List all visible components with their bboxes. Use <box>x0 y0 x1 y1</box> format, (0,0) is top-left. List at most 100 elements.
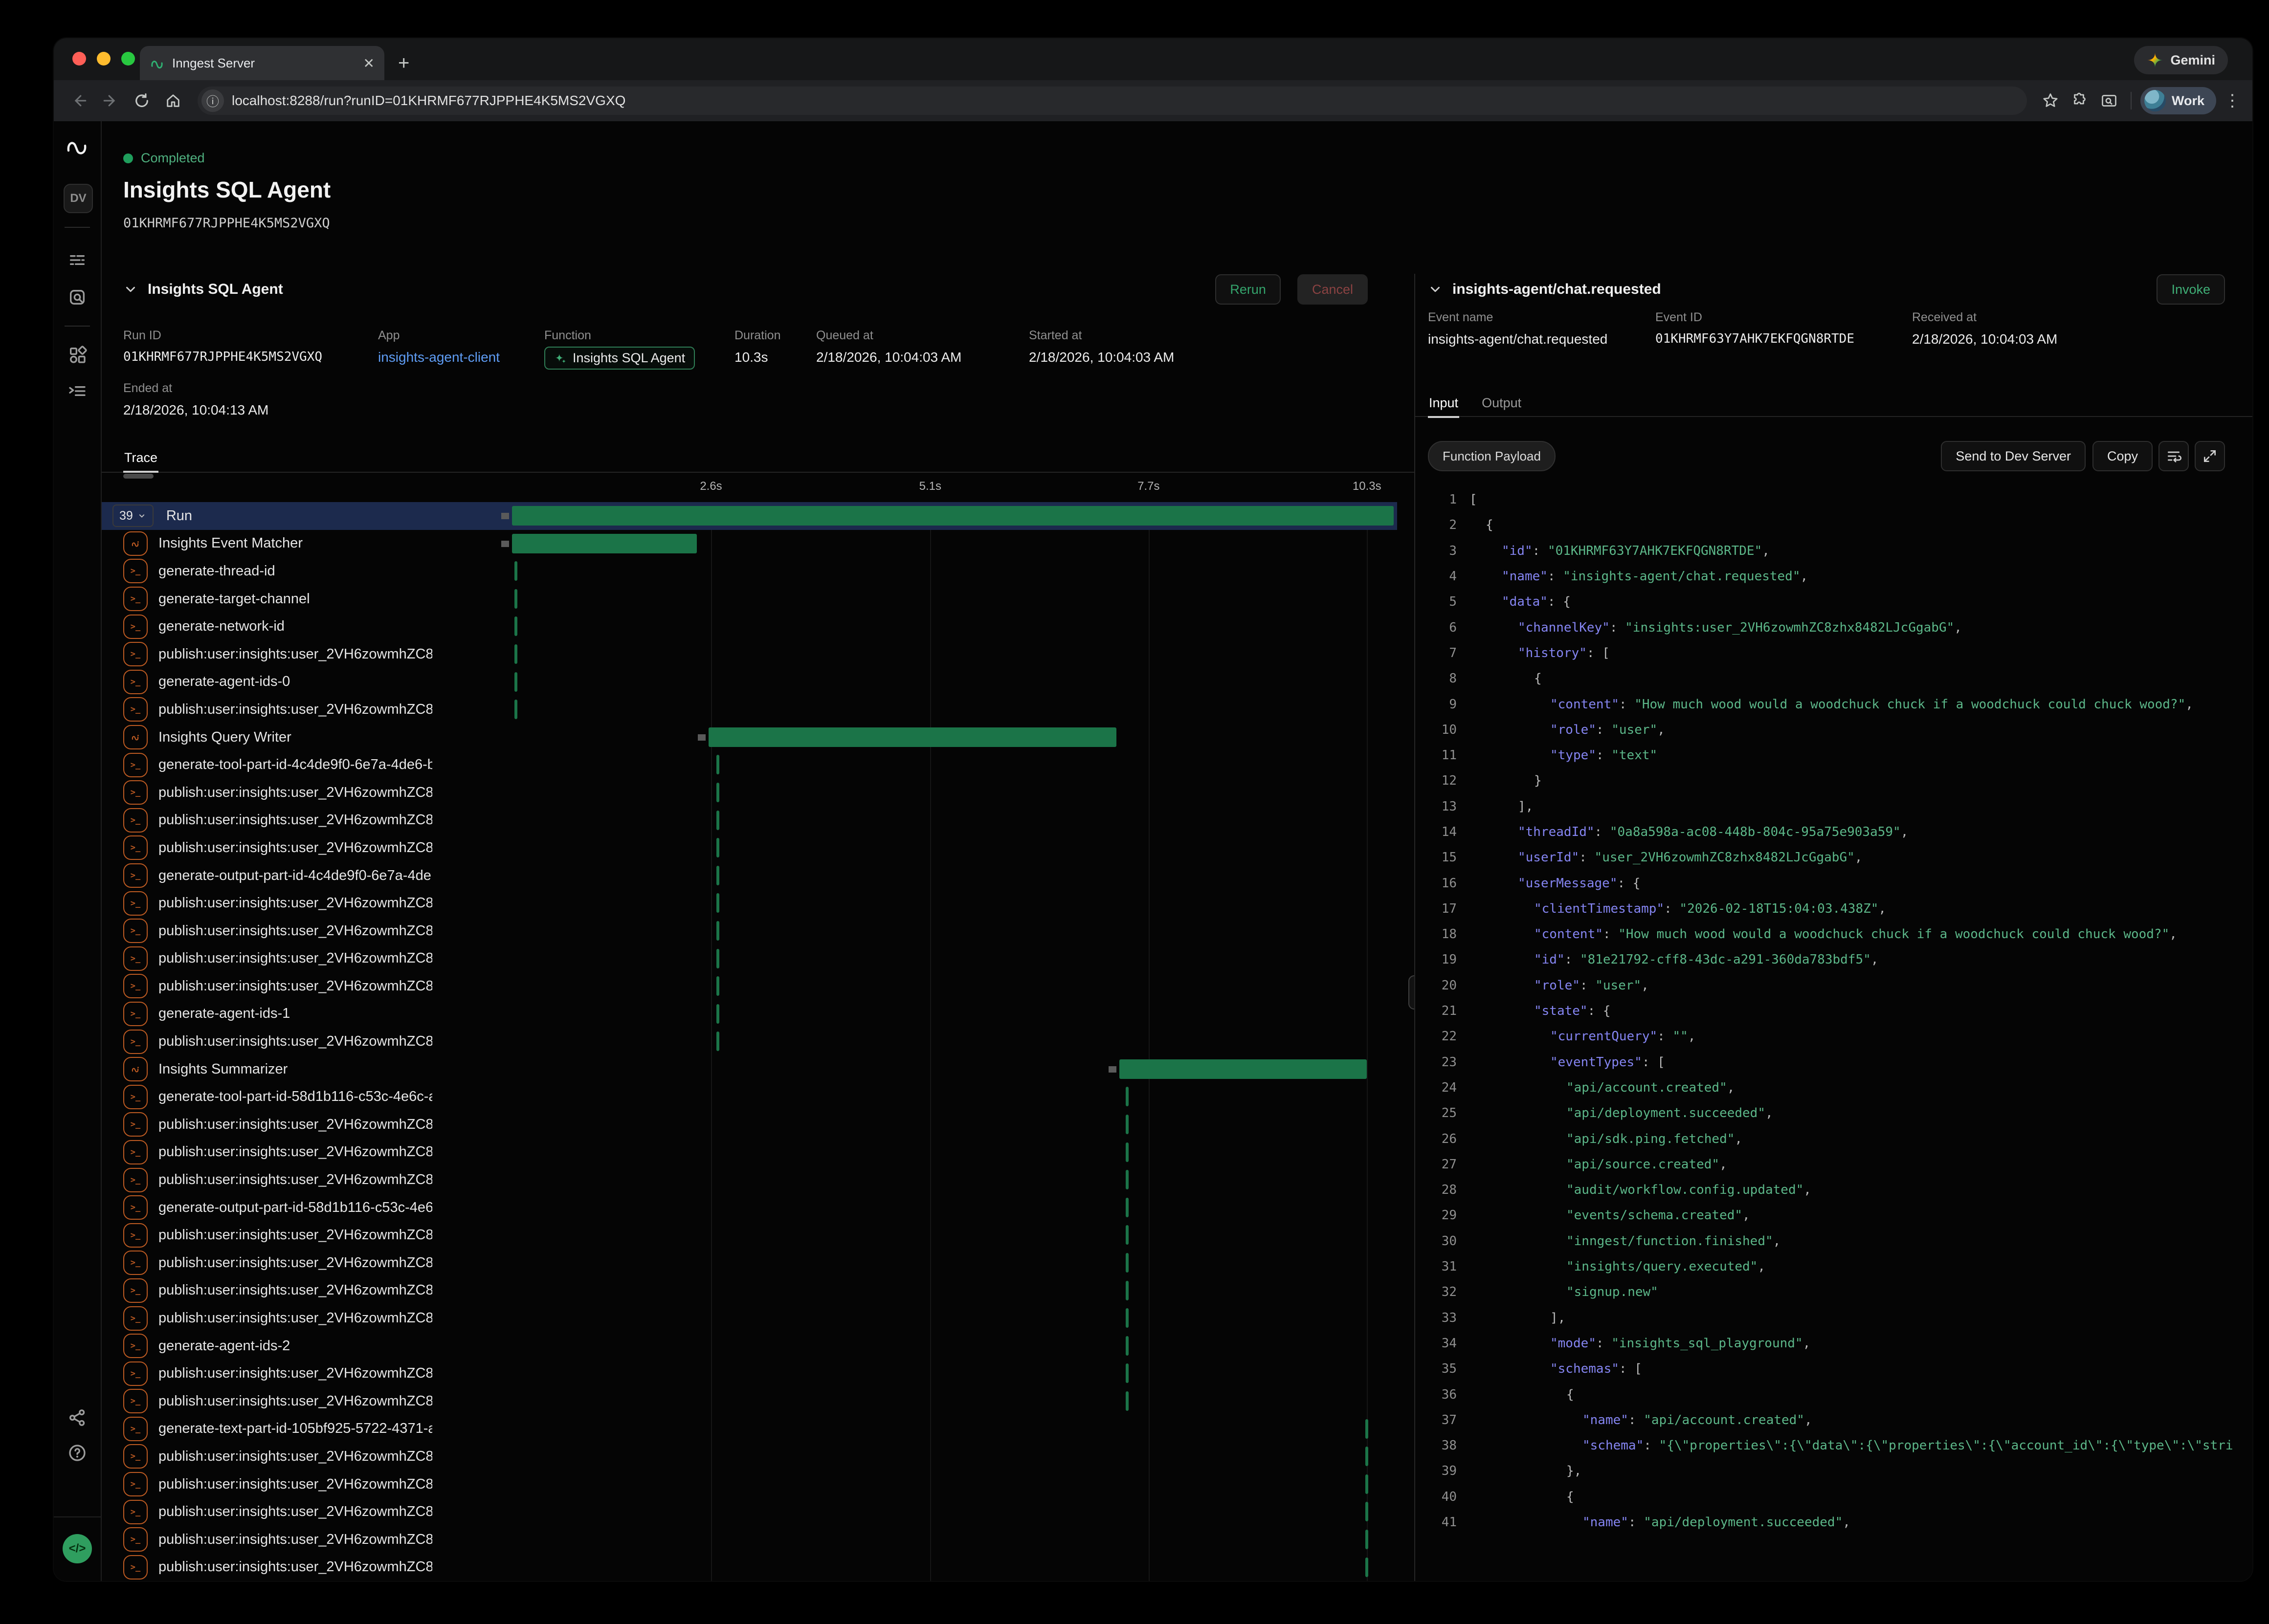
trace-row[interactable]: >_generate-network-id <box>102 613 1397 640</box>
trace-row[interactable]: >_generate-target-channel <box>102 585 1397 613</box>
trace-bar[interactable] <box>1119 1059 1367 1079</box>
trace-tick[interactable] <box>1126 1225 1129 1245</box>
trace-row[interactable]: >_publish:user:insights:user_2VH6zowmhZC… <box>102 1028 1397 1055</box>
trace-row[interactable]: >_publish:user:insights:user_2VH6zowmhZC… <box>102 1111 1397 1139</box>
gemini-badge[interactable]: Gemini <box>2134 46 2228 74</box>
trace-tick[interactable] <box>716 976 719 996</box>
trace-tick[interactable] <box>1126 1308 1129 1328</box>
back-icon[interactable] <box>66 87 93 114</box>
trace-row[interactable]: Insights Event Matcher <box>102 530 1397 558</box>
function-badge[interactable]: Insights SQL Agent <box>544 347 695 370</box>
trace-bar[interactable] <box>709 727 1117 747</box>
trace-tick[interactable] <box>1365 1419 1368 1439</box>
zoom-window-button[interactable] <box>121 52 135 66</box>
invoke-button[interactable]: Invoke <box>2157 274 2225 305</box>
trace-row[interactable]: >_publish:user:insights:user_2VH6zowmhZC… <box>102 1526 1397 1554</box>
send-to-dev-server-button[interactable]: Send to Dev Server <box>1941 441 2086 471</box>
dev-mode-button[interactable]: </> <box>63 1534 92 1563</box>
event-chevron-down-icon[interactable] <box>1428 282 1443 297</box>
trace-row[interactable]: 39Run <box>102 502 1397 530</box>
trace-tick[interactable] <box>716 811 719 830</box>
bar-drag-handle[interactable] <box>698 734 706 741</box>
trace-row[interactable]: >_generate-tool-part-id-4c4de9f0-6e7a-4d… <box>102 751 1397 779</box>
bookmark-star-icon[interactable] <box>2038 88 2063 113</box>
trace-tick[interactable] <box>716 893 719 913</box>
trace-row[interactable]: >_generate-agent-ids-1 <box>102 1000 1397 1028</box>
meta-field-value[interactable]: insights-agent-client <box>378 350 544 365</box>
trace-tick[interactable] <box>1126 1170 1129 1189</box>
trace-tick[interactable] <box>1126 1391 1129 1411</box>
trace-row[interactable]: >_generate-agent-ids-2 <box>102 1332 1397 1360</box>
inngest-logo[interactable] <box>66 136 89 155</box>
trace-row[interactable]: >_publish:user:insights:user_2VH6zowmhZC… <box>102 972 1397 1000</box>
help-icon[interactable] <box>67 1442 88 1464</box>
trace-row[interactable]: >_publish:user:insights:user_2VH6zowmhZC… <box>102 1221 1397 1249</box>
trace-tick[interactable] <box>716 755 719 774</box>
word-wrap-icon[interactable] <box>2158 441 2189 471</box>
trace-tick[interactable] <box>514 589 517 609</box>
trace-row[interactable]: >_publish:user:insights:user_2VH6zowmhZC… <box>102 696 1397 724</box>
address-bar[interactable]: ⓘ localhost:8288/run?runID=01KHRMF677RJP… <box>198 87 2027 115</box>
trace-row[interactable]: >_publish:user:insights:user_2VH6zowmhZC… <box>102 945 1397 973</box>
forward-icon[interactable] <box>97 87 124 114</box>
trace-tick[interactable] <box>1365 1530 1368 1549</box>
payload-json-viewer[interactable]: 1[2{3"id": "01KHRMF63Y7AHK7EKFQGN8RTDE",… <box>1415 487 2252 1581</box>
url-text[interactable]: localhost:8288/run?runID=01KHRMF677RJPPH… <box>232 93 625 109</box>
trace-tick[interactable] <box>716 921 719 941</box>
tab-close-icon[interactable]: ✕ <box>363 55 375 71</box>
trace-tick[interactable] <box>1126 1142 1129 1162</box>
cancel-button[interactable]: Cancel <box>1297 274 1368 305</box>
trace-tick[interactable] <box>1126 1087 1129 1106</box>
trace-row[interactable]: >_publish:user:insights:user_2VH6zowmhZC… <box>102 834 1397 862</box>
horizontal-scrollbar[interactable] <box>123 474 154 479</box>
trace-row[interactable]: >_publish:user:insights:user_2VH6zowmhZC… <box>102 1443 1397 1470</box>
home-icon[interactable] <box>159 87 187 114</box>
trace-bar[interactable] <box>512 534 697 553</box>
trace-tick[interactable] <box>716 783 719 802</box>
tab-input[interactable]: Input <box>1428 390 1459 418</box>
trace-row[interactable]: Insights Query Writer <box>102 724 1397 751</box>
new-tab-button[interactable]: + <box>398 46 409 80</box>
tab-trace[interactable]: Trace <box>123 444 158 473</box>
trace-tick[interactable] <box>1126 1198 1129 1217</box>
trace-row[interactable]: >_generate-thread-id <box>102 557 1397 585</box>
trace-row[interactable]: >_generate-output-part-id-58d1b116-c53c-… <box>102 1194 1397 1222</box>
trace-row[interactable]: >_publish:user:insights:user_2VH6zowmhZC… <box>102 1139 1397 1166</box>
event-search-icon[interactable] <box>67 286 88 308</box>
trace-row[interactable]: >_publish:user:insights:user_2VH6zowmhZC… <box>102 1554 1397 1581</box>
trace-tick[interactable] <box>514 561 517 581</box>
trace-tick[interactable] <box>514 672 517 692</box>
app-badge[interactable]: DV <box>64 184 93 213</box>
tab-search-icon[interactable] <box>2096 88 2122 113</box>
rerun-button[interactable]: Rerun <box>1215 274 1281 305</box>
trace-row[interactable]: >_generate-output-part-id-4c4de9f0-6e7a-… <box>102 862 1397 890</box>
trace-row[interactable]: >_publish:user:insights:user_2VH6zowmhZC… <box>102 640 1397 668</box>
trace-tick[interactable] <box>514 616 517 636</box>
trace-tick[interactable] <box>716 866 719 885</box>
profile-chip[interactable]: Work <box>2140 87 2216 114</box>
expand-icon[interactable] <box>2195 441 2225 471</box>
copy-button[interactable]: Copy <box>2092 441 2153 471</box>
trace-row[interactable]: >_publish:user:insights:user_2VH6zowmhZC… <box>102 1360 1397 1387</box>
trace-tick[interactable] <box>1126 1253 1129 1273</box>
trace-row[interactable]: >_publish:user:insights:user_2VH6zowmhZC… <box>102 779 1397 807</box>
trace-tick[interactable] <box>1126 1336 1129 1356</box>
trace-row[interactable]: >_generate-agent-ids-0 <box>102 668 1397 696</box>
trace-tick[interactable] <box>1365 1502 1368 1521</box>
trace-tick[interactable] <box>1365 1558 1368 1577</box>
trace-tick[interactable] <box>1365 1447 1368 1466</box>
tab-output[interactable]: Output <box>1481 390 1522 416</box>
chevron-down-icon[interactable] <box>123 282 138 297</box>
trace-tick[interactable] <box>1365 1474 1368 1494</box>
trace-row[interactable]: >_publish:user:insights:user_2VH6zowmhZC… <box>102 1304 1397 1332</box>
trace-row[interactable]: >_publish:user:insights:user_2VH6zowmhZC… <box>102 1470 1397 1498</box>
trace-row[interactable]: >_publish:user:insights:user_2VH6zowmhZC… <box>102 1387 1397 1415</box>
trace-row[interactable]: >_publish:user:insights:user_2VH6zowmhZC… <box>102 889 1397 917</box>
trace-tick[interactable] <box>1126 1281 1129 1300</box>
trace-row[interactable]: >_publish:user:insights:user_2VH6zowmhZC… <box>102 807 1397 834</box>
trace-row[interactable]: >_publish:user:insights:user_2VH6zowmhZC… <box>102 917 1397 945</box>
trace-tick[interactable] <box>1126 1363 1129 1383</box>
terminal-log-icon[interactable] <box>67 380 88 402</box>
function-payload-toggle[interactable]: Function Payload <box>1428 441 1556 471</box>
trace-row[interactable]: >_generate-text-part-id-105bf925-5722-43… <box>102 1415 1397 1443</box>
